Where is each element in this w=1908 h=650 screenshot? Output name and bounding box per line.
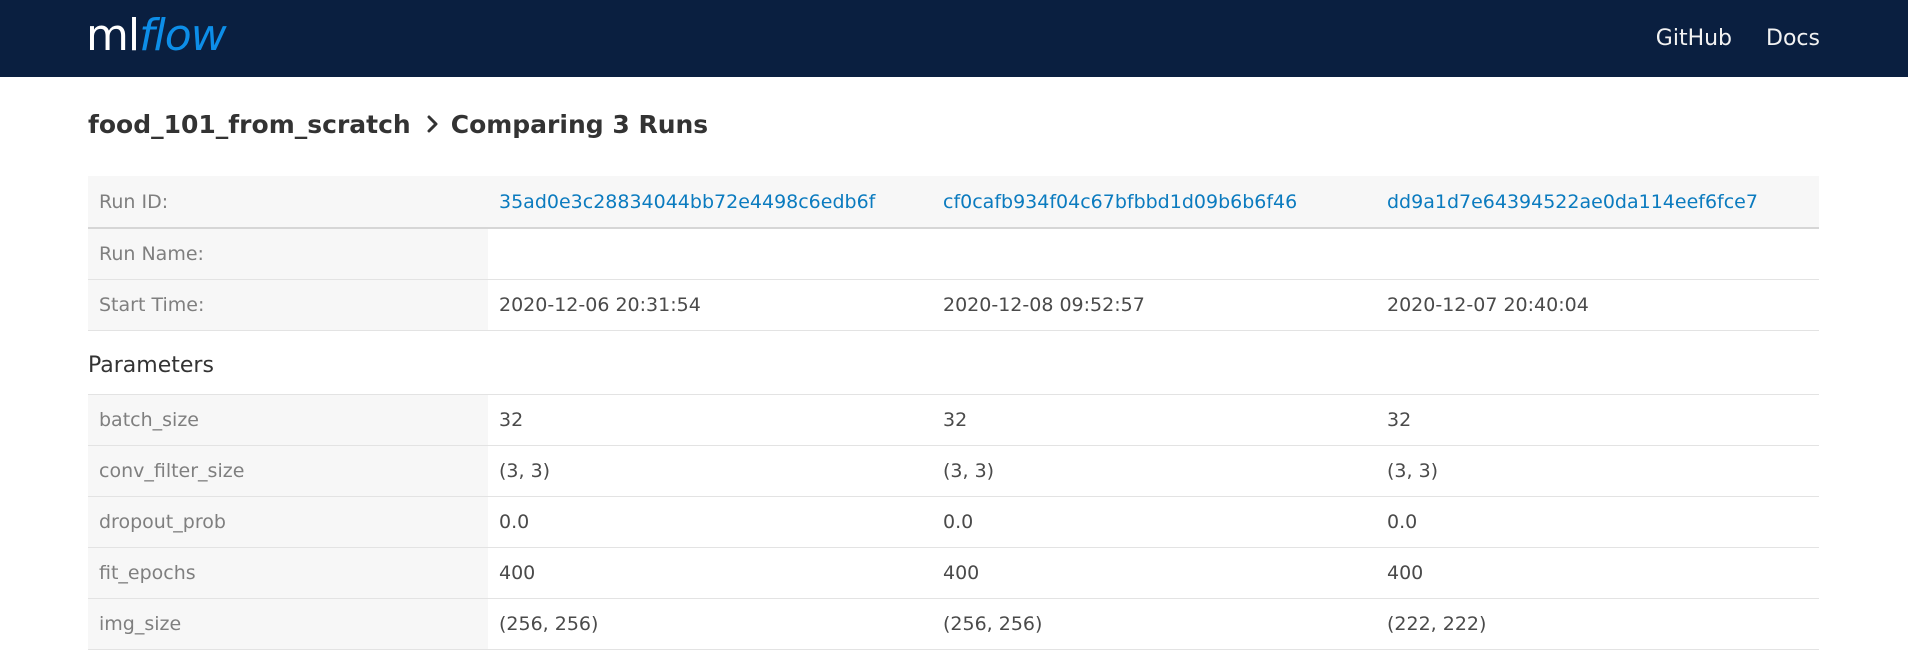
start-time-label: Start Time: [88, 279, 488, 331]
param-row: dropout_prob 0.0 0.0 0.0 [88, 496, 1819, 548]
param-name: dropout_prob [88, 496, 488, 548]
param-name: conv_filter_size [88, 445, 488, 497]
run-name-row: Run Name: [88, 228, 1819, 280]
param-name: img_size [88, 598, 488, 650]
start-time-cell: 2020-12-07 20:40:04 [1376, 279, 1819, 331]
run-id-cell: 35ad0e3c28834044bb72e4498c6edb6f [488, 176, 932, 229]
page-title: Comparing 3 Runs [450, 109, 709, 139]
param-value: (256, 256) [932, 598, 1376, 650]
run-id-link[interactable]: dd9a1d7e64394522ae0da114eef6fce7 [1387, 191, 1758, 213]
docs-link[interactable]: Docs [1766, 26, 1820, 51]
run-name-label: Run Name: [88, 228, 488, 280]
parameters-heading: Parameters [88, 353, 214, 378]
param-value: (3, 3) [1376, 445, 1819, 497]
github-link[interactable]: GitHub [1656, 26, 1732, 51]
param-value: 32 [488, 394, 932, 446]
logo-text-ml: ml [86, 10, 140, 61]
start-time-cell: 2020-12-08 09:52:57 [932, 279, 1376, 331]
start-time-row: Start Time: 2020-12-06 20:31:54 2020-12-… [88, 279, 1819, 331]
breadcrumb-experiment-link[interactable]: food_101_from_scratch [88, 110, 411, 139]
compare-runs-table: Run ID: 35ad0e3c28834044bb72e4498c6edb6f… [88, 176, 1819, 650]
param-value: (256, 256) [488, 598, 932, 650]
param-value: 400 [932, 547, 1376, 599]
param-value: 32 [932, 394, 1376, 446]
run-id-cell: dd9a1d7e64394522ae0da114eef6fce7 [1376, 176, 1819, 229]
top-navbar: ml flow GitHub Docs [0, 0, 1908, 77]
param-row: img_size (256, 256) (256, 256) (222, 222… [88, 598, 1819, 650]
run-id-cell: cf0cafb934f04c67bfbbd1d09b6b6f46 [932, 176, 1376, 229]
logo-text-flow: flow [139, 10, 227, 61]
param-value: (222, 222) [1376, 598, 1819, 650]
param-value: 32 [1376, 394, 1819, 446]
param-name: fit_epochs [88, 547, 488, 599]
run-id-label: Run ID: [88, 176, 488, 229]
run-name-cell [488, 228, 932, 280]
chevron-right-icon [427, 115, 438, 133]
param-name: batch_size [88, 394, 488, 446]
parameters-section-header: Parameters [88, 330, 1819, 395]
param-row: conv_filter_size (3, 3) (3, 3) (3, 3) [88, 445, 1819, 497]
param-value: 400 [488, 547, 932, 599]
param-row: batch_size 32 32 32 [88, 394, 1819, 446]
param-row: fit_epochs 400 400 400 [88, 547, 1819, 599]
param-value: 400 [1376, 547, 1819, 599]
parameters-heading-cell: Parameters [88, 330, 1819, 395]
param-value: (3, 3) [488, 445, 932, 497]
run-id-link[interactable]: 35ad0e3c28834044bb72e4498c6edb6f [499, 191, 875, 213]
param-value: 0.0 [1376, 496, 1819, 548]
run-id-link[interactable]: cf0cafb934f04c67bfbbd1d09b6b6f46 [943, 191, 1297, 213]
param-value: (3, 3) [932, 445, 1376, 497]
run-id-row: Run ID: 35ad0e3c28834044bb72e4498c6edb6f… [88, 176, 1819, 229]
start-time-cell: 2020-12-06 20:31:54 [488, 279, 932, 331]
breadcrumb: food_101_from_scratch Comparing 3 Runs [88, 108, 708, 140]
mlflow-logo[interactable]: ml flow [86, 6, 227, 66]
param-value: 0.0 [488, 496, 932, 548]
run-name-cell [932, 228, 1376, 280]
run-name-cell [1376, 228, 1819, 280]
header-nav: GitHub Docs [1622, 0, 1820, 77]
param-value: 0.0 [932, 496, 1376, 548]
